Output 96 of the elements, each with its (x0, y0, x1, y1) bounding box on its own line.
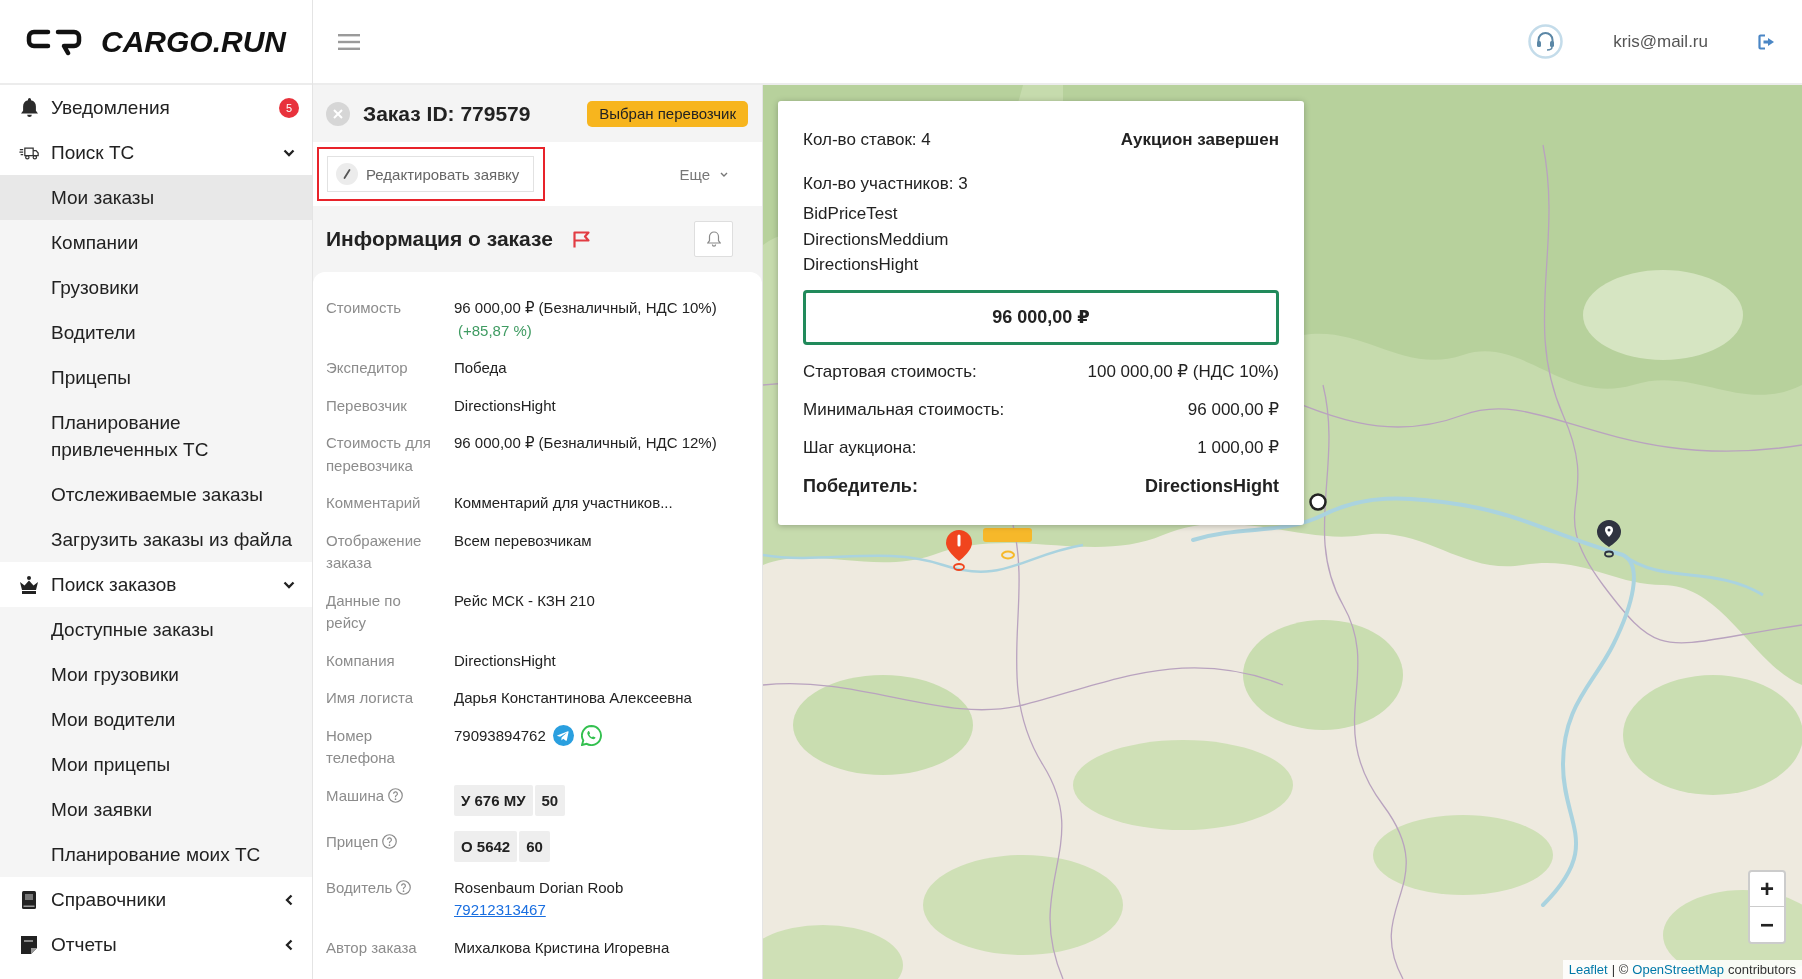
submenu-item[interactable]: Водители (0, 310, 312, 355)
submenu-item[interactable]: Компании (0, 220, 312, 265)
field-value: Комментарий для участников... (454, 494, 673, 511)
help-icon[interactable] (382, 833, 398, 849)
help-icon[interactable] (388, 787, 404, 803)
count-badge: 5 (279, 97, 299, 118)
field-value: 96 000,00 ₽ (Безналичный, НДС 12%) (454, 434, 717, 451)
attribution-link[interactable]: Leaflet (1568, 960, 1608, 979)
field-label: Автор заказа (326, 938, 417, 956)
whatsapp-icon[interactable] (580, 725, 602, 747)
field-label: Прицеп (326, 832, 379, 850)
plate-region: 60 (519, 830, 550, 862)
help-icon[interactable] (396, 879, 412, 895)
auction-label: Шаг аукциона: (803, 436, 917, 459)
marker-pin-icon[interactable] (944, 529, 974, 571)
more-button[interactable]: Еще (679, 165, 728, 183)
user-email: kris@mail.ru (1613, 31, 1708, 52)
location-pin-icon[interactable] (1596, 519, 1622, 559)
submenu-item[interactable]: Отслеживаемые заказы (0, 472, 312, 517)
field-value: Михалкова Кристина Игоревна (454, 938, 670, 956)
book-icon (22, 890, 36, 909)
participant-name: BidPriceTest (803, 203, 898, 225)
auction-value: 100 000,00 ₽ (НДС 10%) (1087, 360, 1279, 383)
submenu-item[interactable]: Мои прицепы (0, 742, 312, 787)
bell-icon (20, 98, 38, 117)
field-value: DirectionsHight (454, 651, 556, 669)
field-label: Номер телефона (326, 726, 395, 766)
field-label: Данные по рейсу (326, 591, 401, 631)
note-icon (21, 935, 37, 954)
attribution-text: contributors (1728, 961, 1796, 979)
submenu-item[interactable]: Доступные заказы (0, 607, 312, 652)
telegram-icon[interactable] (552, 725, 574, 747)
auction-label: Стартовая стоимость: (803, 360, 977, 383)
field-label: Компания (326, 651, 395, 669)
auction-value: 1 000,00 ₽ (1197, 436, 1279, 459)
field-label: Машина (326, 786, 385, 804)
field-value: Дарья Константинова Алексеевна (454, 689, 692, 706)
field-value: Рейс МСК - КЗН 210 (454, 591, 595, 609)
winner-label: Победитель: (803, 474, 918, 497)
field-value: Rosenbaum Dorian Roob (454, 877, 624, 898)
field-label: Экспедитор (326, 359, 408, 376)
participants-count: Кол-во участников: 3 (803, 173, 968, 195)
best-price: 96 000,00 ₽ (803, 289, 1279, 345)
chevron-down-icon (720, 171, 728, 177)
field-value: 96 000,00 ₽ (Безналичный, НДС 10%) (454, 298, 717, 318)
participant-name: DirectionsMeddium (803, 228, 949, 251)
brand-name: CARGO.RUN (101, 24, 286, 59)
truck-icon (19, 144, 39, 161)
bell-button[interactable] (694, 221, 733, 257)
submenu-item[interactable]: Планирование привлеченных ТС (0, 400, 312, 472)
winner-name: DirectionsHight (1145, 474, 1279, 497)
field-label: Водитель (326, 878, 393, 896)
support-icon[interactable] (1528, 24, 1564, 59)
marker-tag-icon[interactable] (983, 528, 1032, 560)
zoom-in-button[interactable]: + (1750, 872, 1784, 907)
submenu-item[interactable]: Мои заказы (0, 175, 312, 220)
field-label: Комментарий (326, 494, 421, 511)
field-value: DirectionsHight (454, 396, 556, 414)
price-change: (+85,87 %) (457, 320, 532, 341)
driver-phone-link[interactable]: 79212313467 (454, 899, 546, 922)
submenu-item[interactable]: Прицепы (0, 355, 312, 400)
field-label: Имя логиста (326, 689, 414, 706)
bids-count: Кол-во ставок: 4 (803, 129, 931, 151)
edit-button[interactable]: Редактировать заявку (327, 156, 535, 192)
participant-name: DirectionsHight (803, 254, 919, 276)
auction-status: Аукцион завершен (1120, 129, 1279, 151)
flag-icon[interactable] (572, 230, 591, 248)
field-value: Победа (454, 359, 507, 376)
circle-marker-icon[interactable] (1309, 493, 1327, 511)
submenu-item[interactable]: Мои грузовики (0, 652, 312, 697)
attribution-text: | © (1611, 961, 1629, 979)
section-title: Информация о заказе (326, 227, 553, 251)
bell-icon (706, 231, 721, 247)
plate-region: 50 (534, 784, 566, 816)
menu-icon[interactable] (338, 33, 360, 50)
phone-number: 79093894762 (454, 725, 546, 746)
field-value: Всем перевозчикам (454, 531, 592, 549)
submenu-item[interactable]: Загрузить заказы из файла (0, 517, 312, 562)
auction-label: Минимальная стоимость: (803, 398, 1005, 421)
order-title: Заказ ID: 779579 (363, 101, 531, 126)
pencil-icon (336, 163, 358, 185)
submenu-item[interactable]: Мои водители (0, 697, 312, 742)
submenu-item[interactable]: Грузовики (0, 265, 312, 310)
attribution-link[interactable]: OpenStreetMap (1632, 960, 1725, 979)
field-label: Стоимость для перевозчика (326, 434, 431, 474)
plate-number: О 5642 (454, 830, 518, 862)
field-label: Перевозчик (326, 396, 407, 414)
status-badge: Выбран перевозчик (587, 100, 748, 127)
submenu-item[interactable]: Мои заявки (0, 787, 312, 832)
plate-number: У 676 МУ (454, 784, 533, 816)
auction-value: 96 000,00 ₽ (1187, 398, 1279, 421)
submenu-item[interactable]: Планирование моих ТС (0, 832, 312, 877)
crown-icon (19, 575, 39, 594)
field-label: Отображение заказа (326, 531, 422, 571)
logout-icon[interactable] (1758, 33, 1776, 50)
field-label: Стоимость (326, 299, 402, 316)
